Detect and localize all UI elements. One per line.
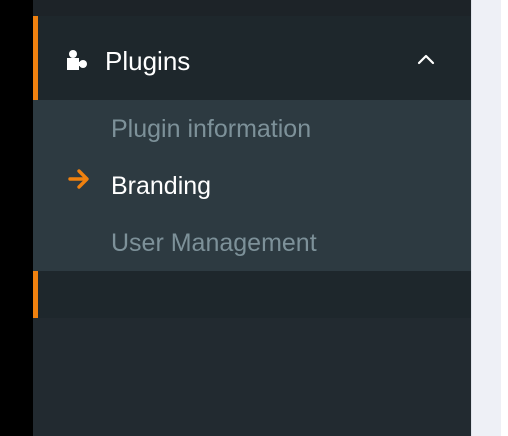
plugins-group-header[interactable]: Plugins: [33, 16, 471, 100]
app-window: Plugins Plugin information Branding User…: [0, 0, 508, 436]
left-edge: [0, 0, 33, 436]
puzzle-icon: [67, 50, 87, 70]
active-accent-bar: [33, 271, 38, 318]
sidebar-item-label: Plugin information: [111, 115, 312, 143]
sidebar-item-label: User Management: [111, 229, 317, 257]
chevron-up-icon[interactable]: [417, 52, 435, 66]
sidebar-item-branding[interactable]: Branding: [33, 157, 471, 214]
active-accent-bar: [33, 16, 38, 100]
sidebar-item-user-management[interactable]: User Management: [33, 214, 471, 271]
plugins-submenu: Plugin information Branding User Managem…: [33, 100, 471, 271]
sidebar-top-band: [33, 0, 471, 16]
plugins-group-label: Plugins: [105, 46, 191, 76]
sidebar-item-plugin-information[interactable]: Plugin information: [33, 100, 471, 157]
sidebar-next-item[interactable]: [33, 271, 471, 318]
sidebar: Plugins Plugin information Branding User…: [33, 0, 471, 436]
content-panel-edge: [471, 0, 501, 436]
arrow-right-icon: [68, 169, 89, 189]
sidebar-item-label: Branding: [111, 172, 212, 200]
